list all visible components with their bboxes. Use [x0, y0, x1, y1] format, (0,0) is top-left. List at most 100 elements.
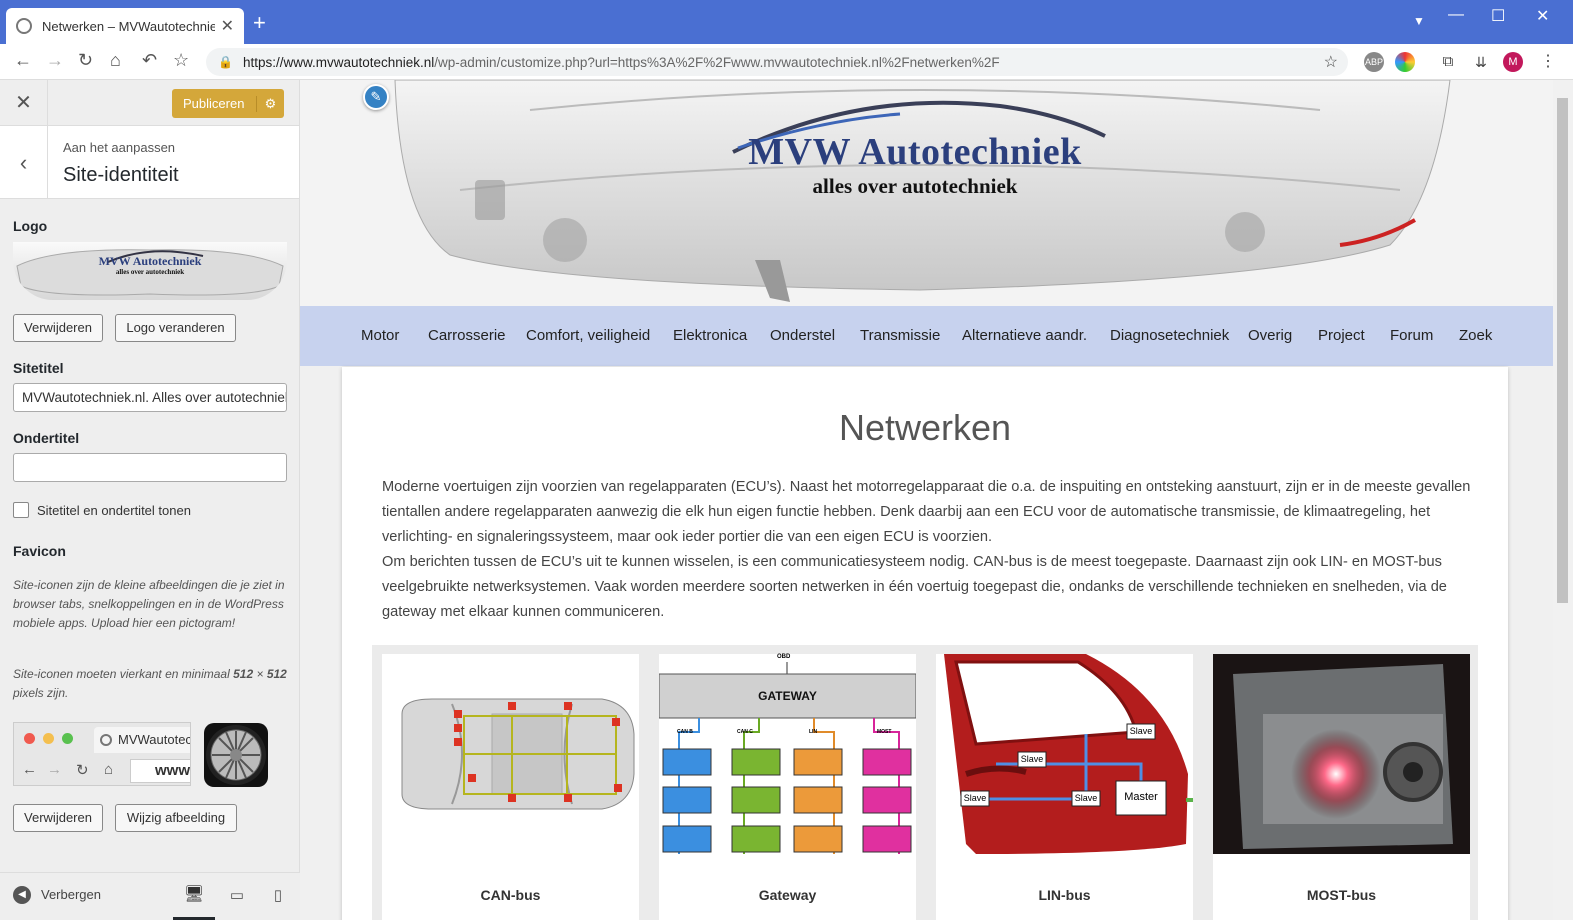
color-extension-icon[interactable]: [1395, 52, 1415, 72]
bookmark-icon[interactable]: ☆: [173, 50, 189, 71]
content-card: Netwerken Moderne voertuigen zijn voorzi…: [342, 367, 1508, 920]
gateway-bus-most: MOST: [877, 729, 892, 735]
lin-slave-2: Slave: [963, 793, 987, 803]
menu-icon[interactable]: ⋮: [1538, 52, 1558, 72]
tile-caption-can-bus: CAN-bus: [480, 887, 541, 903]
customizer-header: ✕ Publiceren ⚙: [0, 80, 299, 126]
tile-caption-lin-bus: LIN-bus: [1038, 887, 1091, 903]
crop-icon[interactable]: ⧉: [1438, 52, 1458, 72]
downloads-icon[interactable]: ⇊: [1471, 52, 1491, 72]
site-title-input[interactable]: MVWautotechniek.nl. Alles over autotechn…: [13, 383, 287, 412]
remove-favicon-button[interactable]: Verwijderen: [13, 804, 103, 832]
menu-item-elektronica[interactable]: Elektronica: [673, 327, 747, 344]
paragraph-2: Om berichten tussen de ECU’s uit te kunn…: [382, 554, 1447, 620]
page-title: Netwerken: [838, 407, 1012, 448]
minimize-icon[interactable]: —: [1448, 6, 1464, 24]
browser-toolbar: ← → ↻ ⌂ ↶ ☆ 🔒 https://www.mvwautotechnie…: [0, 44, 1573, 80]
back-arrow-icon[interactable]: ‹: [0, 126, 48, 199]
favicon-label: Favicon: [13, 543, 66, 559]
menu-item-forum[interactable]: Forum: [1390, 327, 1433, 344]
forward-icon[interactable]: →: [46, 50, 64, 71]
gateway-bus-can-b: CAN B: [677, 729, 693, 735]
tile-lin-bus[interactable]: Slave Slave Slave Slave Master LIN-bus: [936, 654, 1193, 920]
breadcrumb: Aan het aanpassen: [63, 140, 176, 155]
adblock-icon[interactable]: ABP: [1364, 52, 1384, 72]
edit-shortcut-icon[interactable]: ✎: [363, 84, 389, 110]
profile-avatar[interactable]: M: [1503, 52, 1523, 72]
favicon-browser-preview: MVWautotec ← → ↻ ⌂ www.: [13, 722, 191, 786]
tile-caption-gateway: Gateway: [758, 887, 817, 903]
close-customizer-icon[interactable]: ✕: [0, 80, 48, 126]
tab-search-icon[interactable]: ▼: [1413, 14, 1425, 28]
paragraph-1: Moderne voertuigen zijn voorzien van reg…: [382, 479, 1471, 545]
reload-icon[interactable]: ↻: [78, 50, 93, 71]
change-favicon-button[interactable]: Wijzig afbeelding: [115, 804, 237, 832]
maximize-icon[interactable]: ☐: [1491, 6, 1505, 26]
site-favicon-icon: [16, 18, 32, 34]
menu-item-onderstel[interactable]: Onderstel: [770, 327, 835, 344]
site-title-label: Sitetitel: [13, 360, 64, 376]
favicon-wheel-image: [204, 723, 268, 787]
mobile-preview-icon[interactable]: ▯: [268, 873, 288, 920]
new-tab-icon[interactable]: +: [253, 10, 266, 36]
logo-tagline: alles over autotechniek: [115, 268, 185, 276]
menu-item-project[interactable]: Project: [1318, 327, 1365, 344]
bookmark-star-icon[interactable]: ☆: [1324, 52, 1338, 72]
preview-home-icon: ⌂: [104, 761, 114, 778]
tile-gateway[interactable]: OBD GATEWAY CAN B CAN C LIN MOST Gateway: [659, 654, 916, 920]
menu-item-zoek[interactable]: Zoek: [1459, 327, 1492, 344]
customizer-sidebar: ✕ Publiceren ⚙ ‹ Aan het aanpassen Site-…: [0, 80, 300, 920]
tile-most-bus[interactable]: MOST-bus: [1213, 654, 1470, 920]
lin-slave-4: Slave: [1129, 726, 1153, 736]
lin-bus-door-image: [944, 654, 1193, 854]
customizer-footer: ◀ Verbergen 🖥 ▭ ▯: [0, 872, 300, 920]
hide-controls-button[interactable]: Verbergen: [41, 887, 101, 902]
back-icon[interactable]: ←: [14, 50, 32, 71]
logo-title: MVW Autotechniek: [98, 254, 202, 268]
publish-label: Publiceren: [183, 96, 245, 111]
lin-master: Master: [1124, 791, 1158, 803]
scrollbar-thumb[interactable]: [1557, 98, 1568, 603]
tagline-input[interactable]: [13, 453, 287, 482]
tile-caption-most-bus: MOST-bus: [1306, 887, 1377, 903]
gateway-title: GATEWAY: [758, 689, 817, 703]
tile-can-bus[interactable]: CAN-bus: [382, 654, 639, 920]
remove-logo-button[interactable]: Verwijderen: [13, 314, 103, 342]
favicon-size-help: Site-iconen moeten vierkant en minimaal …: [13, 667, 287, 700]
favicon-help: Site-iconen zijn de kleine afbeeldingen …: [13, 578, 285, 630]
menu-item-motor[interactable]: Motor: [361, 327, 399, 344]
preview-scrollbar[interactable]: [1553, 80, 1573, 920]
menu-item-overig[interactable]: Overig: [1248, 327, 1292, 344]
undo-icon[interactable]: ↶: [142, 50, 157, 71]
menu-item-carrosserie[interactable]: Carrosserie: [428, 327, 506, 344]
gear-icon[interactable]: ⚙: [256, 95, 284, 112]
show-title-checkbox[interactable]: [13, 502, 29, 518]
close-tab-icon[interactable]: ✕: [221, 16, 234, 36]
address-bar[interactable]: 🔒 https://www.mvwautotechniek.nl/wp-admi…: [206, 48, 1348, 76]
menu-item-comfort[interactable]: Comfort, veiligheid: [526, 327, 650, 344]
close-window-icon[interactable]: ✕: [1536, 6, 1549, 26]
menu-item-transmissie[interactable]: Transmissie: [860, 327, 940, 344]
section-title: Site-identiteit: [63, 164, 179, 186]
desktop-preview-icon[interactable]: 🖥: [173, 873, 215, 920]
tablet-preview-icon[interactable]: ▭: [226, 873, 248, 920]
url-text: https://www.mvwautotechniek.nl/wp-admin/…: [242, 54, 1000, 70]
home-icon[interactable]: ⌂: [110, 50, 121, 71]
favicon-mini-icon: [100, 734, 112, 746]
tab-title: Netwerken – MVWautotechniek.nl: [42, 18, 215, 34]
menu-item-diagnosetechniek[interactable]: Diagnosetechniek: [1110, 327, 1229, 344]
gateway-bus-lin: LIN: [809, 729, 818, 735]
intro-text: Moderne voertuigen zijn voorzien van reg…: [382, 475, 1472, 625]
gateway-obd-label: OBD: [777, 654, 791, 660]
gateway-bus-can-c: CAN C: [737, 729, 753, 735]
browser-tab[interactable]: Netwerken – MVWautotechniek.nl ✕: [6, 8, 244, 44]
publish-button[interactable]: Publiceren ⚙: [172, 89, 284, 118]
collapse-icon[interactable]: ◀: [13, 886, 31, 904]
site-brand: MVW Autotechniek: [748, 131, 1082, 173]
tagline-label: Ondertitel: [13, 430, 80, 446]
preview-reload-icon: ↻: [76, 762, 89, 779]
site-header[interactable]: MVW Autotechniek alles over autotechniek…: [300, 80, 1553, 306]
change-logo-button[interactable]: Logo veranderen: [115, 314, 236, 342]
menu-item-alternatieve[interactable]: Alternatieve aandr.: [962, 327, 1087, 344]
lin-slave-3: Slave: [1074, 793, 1098, 803]
